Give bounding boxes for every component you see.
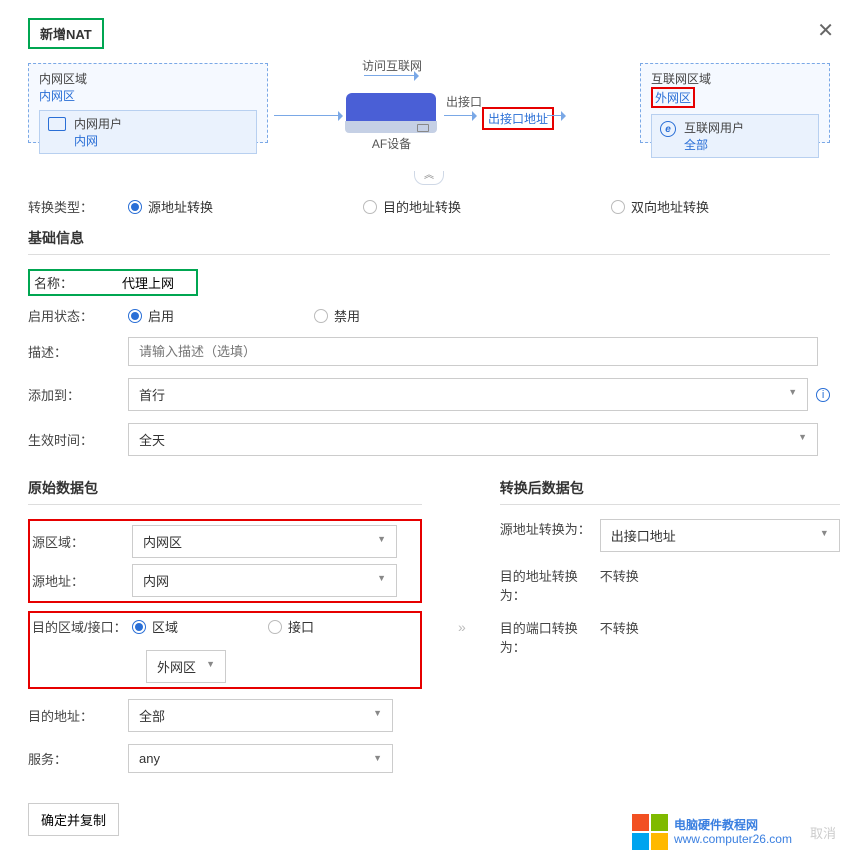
- out-port-label: 出接口: [446, 93, 482, 110]
- src-highlight: 源区域： 内网区 源地址： 内网: [28, 519, 422, 603]
- internet-zone-box: 互联网区域 外网区 e 互联网用户 全部: [640, 63, 830, 143]
- svc-label: 服务：: [28, 749, 128, 768]
- watermark: 电脑硬件教程网 www.computer26.com 取消: [632, 814, 848, 850]
- src-zone-label: 源区域：: [32, 532, 132, 551]
- device-label: AF设备: [346, 135, 437, 152]
- radio-enable[interactable]: 启用: [128, 306, 174, 325]
- internet-user-label: 互联网用户: [684, 119, 744, 136]
- radio-disable[interactable]: 禁用: [314, 306, 360, 325]
- after-dst-label: 目的地址转换为：: [500, 566, 600, 604]
- windows-logo-icon: [632, 814, 668, 850]
- internet-zone-value: 外网区: [651, 87, 695, 108]
- internal-zone-value: 内网区: [39, 87, 257, 104]
- arrow-icon: [547, 115, 565, 116]
- out-address-label: 出接口地址: [482, 107, 554, 130]
- time-select[interactable]: 全天: [128, 423, 818, 456]
- internet-zone-title: 互联网区域: [651, 70, 819, 87]
- section-original-packet: 原始数据包: [28, 478, 422, 505]
- ie-icon: e: [660, 121, 676, 137]
- src-zone-select[interactable]: 内网区: [132, 525, 397, 558]
- dst-addr-label: 目的地址：: [28, 706, 128, 725]
- section-after-packet: 转换后数据包: [500, 478, 840, 505]
- close-button[interactable]: ✕: [817, 18, 834, 43]
- cancel-text: 取消: [798, 817, 848, 848]
- topology-diagram: 内网区域 内网区 内网用户 内网 访问互联网 AF设备 出接口 出接口地址 互联…: [28, 59, 830, 159]
- src-addr-select[interactable]: 内网: [132, 564, 397, 597]
- af-device: AF设备: [346, 93, 437, 152]
- addto-select[interactable]: 首行: [128, 378, 808, 411]
- radio-source-nat[interactable]: 源地址转换: [128, 197, 213, 216]
- watermark-title: 电脑硬件教程网: [674, 818, 792, 832]
- radio-interface[interactable]: 接口: [268, 617, 314, 636]
- arrow-right-icon: »: [458, 619, 464, 635]
- dst-addr-select[interactable]: 全部: [128, 699, 393, 732]
- internal-zone-title: 内网区域: [39, 70, 257, 87]
- name-input[interactable]: [122, 273, 192, 292]
- watermark-url: www.computer26.com: [674, 832, 792, 846]
- radio-dest-nat[interactable]: 目的地址转换: [363, 197, 461, 216]
- section-basic-info: 基础信息: [28, 228, 830, 255]
- after-dst-value: 不转换: [600, 566, 639, 604]
- desc-input[interactable]: [128, 337, 818, 366]
- convert-type-label: 转换类型：: [28, 197, 128, 216]
- collapse-toggle[interactable]: ︽: [414, 171, 444, 185]
- monitor-icon: [48, 117, 66, 131]
- internet-user-value: 全部: [684, 136, 744, 153]
- dst-zone-select[interactable]: 外网区: [146, 650, 226, 683]
- src-addr-label: 源地址：: [32, 571, 132, 590]
- svc-select[interactable]: any: [128, 744, 393, 773]
- enable-label: 启用状态：: [28, 306, 128, 325]
- after-src-select[interactable]: 出接口地址: [600, 519, 840, 552]
- dst-highlight: 目的区域/接口： 区域 接口 外网区: [28, 611, 422, 689]
- after-src-label: 源地址转换为：: [500, 519, 600, 552]
- internet-access-label: 访问互联网: [362, 57, 422, 74]
- internal-zone-box: 内网区域 内网区 内网用户 内网: [28, 63, 268, 143]
- arrow-icon: [274, 115, 342, 116]
- ok-and-copy-button[interactable]: 确定并复制: [28, 803, 119, 836]
- internet-user-box: e 互联网用户 全部: [651, 114, 819, 158]
- after-port-value: 不转换: [600, 618, 639, 656]
- internal-user-label: 内网用户: [74, 115, 122, 132]
- after-port-label: 目的端口转换为：: [500, 618, 600, 656]
- name-highlight: 名称：: [28, 269, 198, 296]
- dst-zone-if-label: 目的区域/接口：: [32, 617, 132, 636]
- addto-label: 添加到：: [28, 385, 128, 404]
- page-title: 新增NAT: [28, 18, 104, 49]
- internal-user-value: 内网: [74, 132, 122, 149]
- arrow-icon: [364, 75, 418, 76]
- name-label: 名称：: [34, 273, 122, 292]
- internal-user-box: 内网用户 内网: [39, 110, 257, 154]
- radio-zone[interactable]: 区域: [132, 617, 178, 636]
- radio-bidir-nat[interactable]: 双向地址转换: [611, 197, 709, 216]
- time-label: 生效时间：: [28, 430, 128, 449]
- arrow-icon: [444, 115, 476, 116]
- info-icon[interactable]: i: [816, 388, 830, 402]
- desc-label: 描述：: [28, 342, 128, 361]
